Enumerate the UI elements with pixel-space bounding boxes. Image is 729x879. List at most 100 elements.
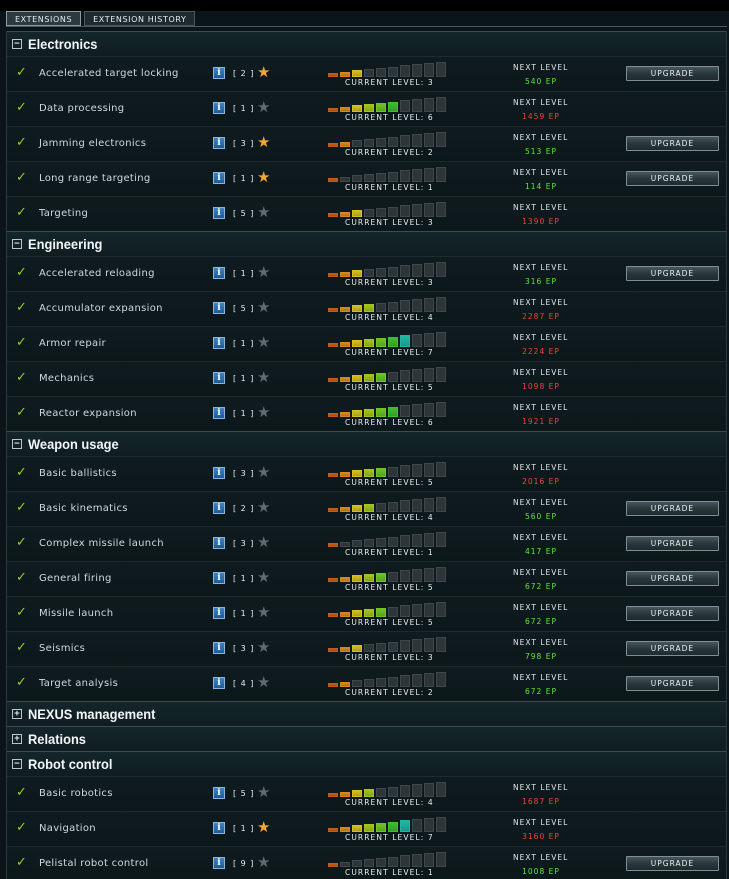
upgrade-button[interactable]: UPGRADE xyxy=(626,66,719,81)
extension-row[interactable]: ✓ Basic kinematics i [ 2 ] ★ CURRENT LEVEL: 4… xyxy=(7,491,726,526)
info-icon[interactable]: i xyxy=(213,407,225,419)
collapse-icon[interactable]: − xyxy=(12,759,22,769)
favorite-star-icon[interactable]: ★ xyxy=(257,263,270,281)
next-level-label: NEXT LEVEL xyxy=(513,853,569,862)
level-bar xyxy=(328,399,448,417)
extension-name: Basic kinematics xyxy=(39,503,128,514)
category-header[interactable]: + Relations xyxy=(7,726,726,751)
category-header[interactable]: − Electronics xyxy=(7,31,726,56)
extension-row[interactable]: ✓ Data processing i [ 1 ] ★ CURRENT LEVEL: 6 N… xyxy=(7,91,726,126)
info-icon[interactable]: i xyxy=(213,642,225,654)
info-icon[interactable]: i xyxy=(213,857,225,869)
info-icon[interactable]: i xyxy=(213,137,225,149)
upgrade-button[interactable]: UPGRADE xyxy=(626,571,719,586)
favorite-star-icon[interactable]: ★ xyxy=(257,818,270,836)
extensions-list[interactable]: − Electronics ✓ Accelerated target locking i… xyxy=(6,31,727,879)
level-segment xyxy=(412,499,422,512)
upgrade-button[interactable]: UPGRADE xyxy=(626,606,719,621)
favorite-star-icon[interactable]: ★ xyxy=(257,673,270,691)
extension-row[interactable]: ✓ Complex missile launch i [ 3 ] ★ CURRENT LE… xyxy=(7,526,726,561)
favorite-star-icon[interactable]: ★ xyxy=(257,368,270,386)
extension-row[interactable]: ✓ Missile launch i [ 1 ] ★ CURRENT LEVEL: 5 NE… xyxy=(7,596,726,631)
info-icon[interactable]: i xyxy=(213,537,225,549)
extension-rank: [ 1 ] xyxy=(233,104,255,113)
upgrade-button[interactable]: UPGRADE xyxy=(626,856,719,871)
favorite-star-icon[interactable]: ★ xyxy=(257,403,270,421)
extension-row[interactable]: ✓ Navigation i [ 1 ] ★ CURRENT LEVEL: 7 NEXT L… xyxy=(7,811,726,846)
category-header[interactable]: − Engineering xyxy=(7,231,726,256)
favorite-star-icon[interactable]: ★ xyxy=(257,463,270,481)
info-icon[interactable]: i xyxy=(213,467,225,479)
extension-row[interactable]: ✓ Mechanics i [ 1 ] ★ CURRENT LEVEL: 5 NEXT LE… xyxy=(7,361,726,396)
extension-row[interactable]: ✓ Pelistal robot control i [ 9 ] ★ CURRENT LE… xyxy=(7,846,726,879)
upgrade-button[interactable]: UPGRADE xyxy=(626,266,719,281)
extension-row[interactable]: ✓ Reactor expansion i [ 1 ] ★ CURRENT LEVEL: … xyxy=(7,396,726,431)
favorite-star-icon[interactable]: ★ xyxy=(257,638,270,656)
info-icon[interactable]: i xyxy=(213,572,225,584)
level-segment xyxy=(412,404,422,417)
upgrade-button[interactable]: UPGRADE xyxy=(626,136,719,151)
info-icon[interactable]: i xyxy=(213,787,225,799)
info-icon[interactable]: i xyxy=(213,607,225,619)
info-icon[interactable]: i xyxy=(213,337,225,349)
favorite-star-icon[interactable]: ★ xyxy=(257,568,270,586)
level-segment xyxy=(388,137,398,147)
upgrade-button[interactable]: UPGRADE xyxy=(626,641,719,656)
collapse-icon[interactable]: − xyxy=(12,439,22,449)
extension-rank: [ 3 ] xyxy=(233,644,255,653)
info-icon[interactable]: i xyxy=(213,302,225,314)
extension-row[interactable]: ✓ Basic robotics i [ 5 ] ★ CURRENT LEVEL: 4 NE… xyxy=(7,776,726,811)
extension-row[interactable]: ✓ Basic ballistics i [ 3 ] ★ CURRENT LEVEL: 5… xyxy=(7,456,726,491)
favorite-star-icon[interactable]: ★ xyxy=(257,168,270,186)
upgrade-button[interactable]: UPGRADE xyxy=(626,501,719,516)
info-icon[interactable]: i xyxy=(213,372,225,384)
info-icon[interactable]: i xyxy=(213,207,225,219)
info-icon[interactable]: i xyxy=(213,267,225,279)
extension-name: Basic robotics xyxy=(39,788,113,799)
extension-row[interactable]: ✓ Long range targeting i [ 1 ] ★ CURRENT LEVE… xyxy=(7,161,726,196)
favorite-star-icon[interactable]: ★ xyxy=(257,853,270,871)
info-icon[interactable]: i xyxy=(213,502,225,514)
favorite-star-icon[interactable]: ★ xyxy=(257,298,270,316)
expand-icon[interactable]: + xyxy=(12,734,22,744)
extension-row[interactable]: ✓ General firing i [ 1 ] ★ CURRENT LEVEL: 5 NE… xyxy=(7,561,726,596)
check-icon: ✓ xyxy=(16,170,27,185)
upgrade-button[interactable]: UPGRADE xyxy=(626,676,719,691)
level-segment xyxy=(364,139,374,147)
extension-row[interactable]: ✓ Armor repair i [ 1 ] ★ CURRENT LEVEL: 7 NEXT… xyxy=(7,326,726,361)
category-header[interactable]: − Robot control xyxy=(7,751,726,776)
current-level-value: 6 xyxy=(427,113,434,122)
favorite-star-icon[interactable]: ★ xyxy=(257,603,270,621)
info-icon[interactable]: i xyxy=(213,67,225,79)
category-header[interactable]: − Weapon usage xyxy=(7,431,726,456)
favorite-star-icon[interactable]: ★ xyxy=(257,498,270,516)
extension-row[interactable]: ✓ Target analysis i [ 4 ] ★ CURRENT LEVEL: 2 N… xyxy=(7,666,726,701)
favorite-star-icon[interactable]: ★ xyxy=(257,333,270,351)
extension-row[interactable]: ✓ Jamming electronics i [ 3 ] ★ CURRENT LEVEL… xyxy=(7,126,726,161)
collapse-icon[interactable]: − xyxy=(12,239,22,249)
tab-extensions[interactable]: EXTENSIONS xyxy=(6,11,82,26)
favorite-star-icon[interactable]: ★ xyxy=(257,533,270,551)
extension-row[interactable]: ✓ Accelerated reloading i [ 1 ] ★ CURRENT LEV… xyxy=(7,256,726,291)
upgrade-button[interactable]: UPGRADE xyxy=(626,536,719,551)
check-icon: ✓ xyxy=(16,675,27,690)
extension-row[interactable]: ✓ Targeting i [ 5 ] ★ CURRENT LEVEL: 3 NEXT LE… xyxy=(7,196,726,231)
category-header[interactable]: + NEXUS management xyxy=(7,701,726,726)
extension-row[interactable]: ✓ Accumulator expansion i [ 5 ] ★ CURRENT LEV… xyxy=(7,291,726,326)
info-icon[interactable]: i xyxy=(213,822,225,834)
favorite-star-icon[interactable]: ★ xyxy=(257,133,270,151)
favorite-star-icon[interactable]: ★ xyxy=(257,98,270,116)
extension-row[interactable]: ✓ Seismics i [ 3 ] ★ CURRENT LEVEL: 3 NEXT LEV… xyxy=(7,631,726,666)
current-level-label: CURRENT LEVEL: 5 xyxy=(345,583,434,592)
expand-icon[interactable]: + xyxy=(12,709,22,719)
extension-row[interactable]: ✓ Accelerated target locking i [ 2 ] ★ CURREN… xyxy=(7,56,726,91)
favorite-star-icon[interactable]: ★ xyxy=(257,63,270,81)
info-icon[interactable]: i xyxy=(213,677,225,689)
favorite-star-icon[interactable]: ★ xyxy=(257,203,270,221)
tab-extension-history[interactable]: EXTENSION HISTORY xyxy=(84,11,196,26)
info-icon[interactable]: i xyxy=(213,102,225,114)
favorite-star-icon[interactable]: ★ xyxy=(257,783,270,801)
collapse-icon[interactable]: − xyxy=(12,39,22,49)
upgrade-button[interactable]: UPGRADE xyxy=(626,171,719,186)
info-icon[interactable]: i xyxy=(213,172,225,184)
